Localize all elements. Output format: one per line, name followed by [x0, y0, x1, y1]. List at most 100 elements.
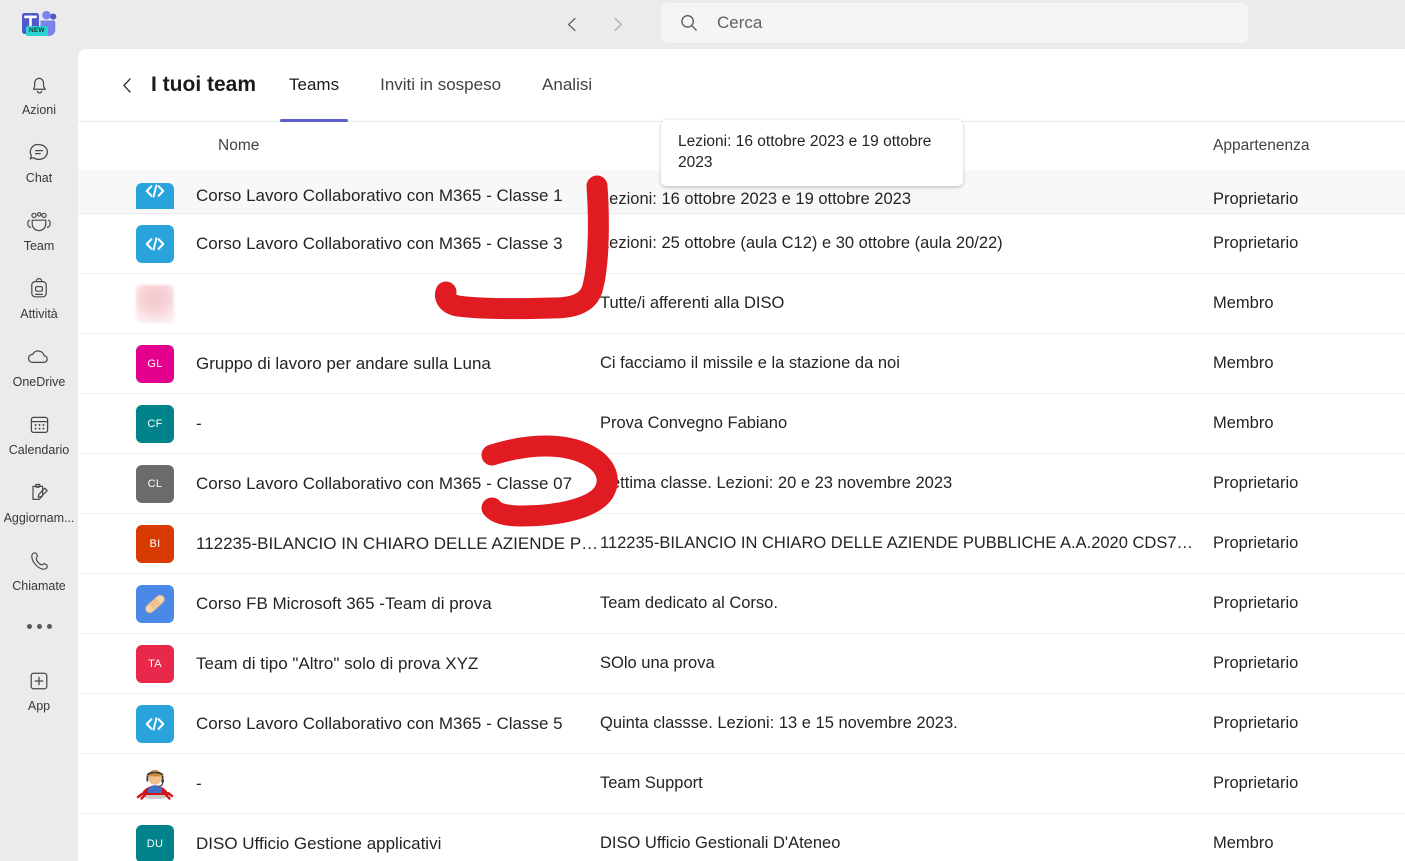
table-row[interactable]: Corso Lavoro Collaborativo con M365 - Cl…	[78, 214, 1405, 274]
cell-description: DISO Ufficio Gestionali D'Ateneo	[600, 834, 841, 852]
sidebar-more-button[interactable]	[0, 603, 78, 649]
team-name-label: -	[196, 773, 202, 793]
sidebar-item-label: Azioni	[21, 102, 57, 117]
avatar	[136, 183, 174, 209]
team-name-label: Corso Lavoro Collaborativo con M365 - Cl…	[196, 186, 563, 205]
team-name-label: Corso FB Microsoft 365 -Team di prova	[196, 593, 492, 613]
sidebar-item-app[interactable]: App	[0, 655, 78, 723]
cell-team-name: -	[78, 765, 600, 803]
tab-analisi[interactable]: Analisi	[533, 49, 601, 122]
cell-membership: Proprietario	[1213, 190, 1299, 208]
sidebar-item-label: App	[27, 698, 51, 713]
clipboard-pencil-icon	[27, 478, 51, 508]
tab-teams[interactable]: Teams	[280, 49, 349, 122]
more-dots-icon	[26, 623, 52, 629]
sidebar-item-calendario[interactable]: Calendario	[0, 399, 78, 467]
column-header-name[interactable]: Nome	[78, 137, 600, 155]
search-input[interactable]: Cerca	[717, 13, 762, 33]
table-row[interactable]: BI 112235-BILANCIO IN CHIARO DELLE AZIEND…	[78, 514, 1405, 574]
team-name-label: 112235-BILANCIO IN CHIARO DELLE AZIENDE …	[196, 533, 600, 553]
cell-team-name: Corso Lavoro Collaborativo con M365 - Cl…	[78, 704, 600, 743]
cell-team-name: CF -	[78, 404, 600, 443]
avatar: BI	[136, 524, 174, 563]
cell-team-name: TA Team di tipo "Altro" solo di prova XYZ	[78, 644, 600, 683]
cell-team-name: Corso FB Microsoft 365 -Team di prova	[78, 584, 600, 623]
table-row[interactable]: CL Corso Lavoro Collaborativo con M365 - …	[78, 454, 1405, 514]
people-icon	[25, 206, 53, 236]
team-name-label: Team di tipo "Altro" solo di prova XYZ	[196, 653, 479, 673]
avatar: TA	[136, 644, 174, 683]
table-row[interactable]: Corso FB Microsoft 365 -Team di prova Tea…	[78, 574, 1405, 634]
teams-table-body: Corso Lavoro Collaborativo con M365 - Cl…	[78, 170, 1405, 861]
page-title: I tuoi team	[151, 73, 257, 96]
cell-team-name: CL Corso Lavoro Collaborativo con M365 - …	[78, 464, 600, 503]
cell-membership: Proprietario	[1213, 774, 1299, 792]
cell-membership: Membro	[1213, 294, 1274, 312]
sidebar-item-label: Chat	[25, 170, 53, 185]
table-row[interactable]: TA Team di tipo "Altro" solo di prova XYZ…	[78, 634, 1405, 694]
table-row[interactable]: Corso Lavoro Collaborativo con M365 - Cl…	[78, 694, 1405, 754]
cloud-icon	[25, 342, 53, 372]
forward-button[interactable]	[601, 9, 633, 41]
page-header: I tuoi team Teams Inviti in sospeso Anal…	[78, 49, 1405, 122]
avatar: GL	[136, 344, 174, 383]
cell-description: Team Support	[600, 774, 703, 792]
sidebar-item-team[interactable]: Team	[0, 195, 78, 263]
cell-description: Lezioni: 25 ottobre (aula C12) e 30 otto…	[600, 234, 1003, 252]
cell-membership: Proprietario	[1213, 594, 1299, 612]
left-rail: Azioni Chat Team Attività OneDrive Calen…	[0, 49, 78, 861]
nav-buttons	[556, 0, 633, 49]
sidebar-item-azioni[interactable]: Azioni	[0, 59, 78, 127]
sidebar-item-chat[interactable]: Chat	[0, 127, 78, 195]
cell-team-name: DU DISO Ufficio Gestione applicativi	[78, 824, 600, 861]
table-row[interactable]: GL Gruppo di lavoro per andare sulla Luna…	[78, 334, 1405, 394]
phone-icon	[27, 546, 52, 576]
table-row[interactable]: Tutte/i afferenti alla DISO Membro	[78, 274, 1405, 334]
page-back-icon[interactable]	[118, 76, 136, 94]
avatar	[136, 765, 174, 803]
search-bar[interactable]: Cerca	[661, 3, 1248, 43]
cell-team-name: GL Gruppo di lavoro per andare sulla Luna	[78, 344, 600, 383]
sidebar-item-aggiornamenti[interactable]: Aggiornam...	[0, 467, 78, 535]
avatar: DU	[136, 824, 174, 861]
chat-icon	[26, 138, 52, 168]
avatar	[136, 284, 174, 323]
sidebar-item-label: Calendario	[8, 442, 70, 457]
cell-team-name: Corso Lavoro Collaborativo con M365 - Cl…	[78, 224, 600, 263]
cell-membership: Membro	[1213, 414, 1274, 432]
cell-membership: Proprietario	[1213, 234, 1299, 252]
table-row[interactable]: CF - Prova Convegno Fabiano Membro	[78, 394, 1405, 454]
team-name-label: Corso Lavoro Collaborativo con M365 - Cl…	[196, 713, 563, 733]
team-name-label: Corso Lavoro Collaborativo con M365 - Cl…	[196, 473, 573, 493]
cell-description: 112235-BILANCIO IN CHIARO DELLE AZIENDE …	[600, 534, 1213, 552]
plus-box-icon	[26, 666, 52, 696]
cell-membership: Proprietario	[1213, 534, 1299, 552]
cell-membership: Membro	[1213, 834, 1274, 852]
sidebar-item-attivita[interactable]: Attività	[0, 263, 78, 331]
bell-icon	[27, 70, 52, 100]
tab-bar: Teams Inviti in sospeso Analisi	[280, 49, 601, 122]
avatar	[136, 224, 174, 263]
cell-description: Team dedicato al Corso.	[600, 594, 778, 612]
team-name-label: Gruppo di lavoro per andare sulla Luna	[196, 353, 491, 373]
cell-membership: Membro	[1213, 354, 1274, 372]
table-row[interactable]: DU DISO Ufficio Gestione applicativi DISO …	[78, 814, 1405, 861]
cell-membership: Proprietario	[1213, 714, 1299, 732]
sidebar-item-onedrive[interactable]: OneDrive	[0, 331, 78, 399]
cell-description: Ci facciamo il missile e la stazione da …	[600, 354, 900, 372]
back-button[interactable]	[556, 9, 588, 41]
column-header-membership[interactable]: Appartenenza	[1213, 137, 1405, 155]
sidebar-item-label: Team	[23, 238, 55, 253]
tab-inviti-in-sospeso[interactable]: Inviti in sospeso	[371, 49, 510, 122]
sidebar-item-chiamate[interactable]: Chiamate	[0, 535, 78, 603]
team-name-label: DISO Ufficio Gestione applicativi	[196, 833, 442, 853]
cell-description: Tutte/i afferenti alla DISO	[600, 294, 785, 312]
avatar: CL	[136, 464, 174, 503]
avatar: CF	[136, 404, 174, 443]
title-bar: NEW Cerca	[0, 0, 1405, 49]
avatar	[136, 704, 174, 743]
table-row[interactable]: - Team Support Proprietario	[78, 754, 1405, 814]
search-icon	[679, 13, 699, 33]
team-name-label: -	[196, 413, 202, 433]
description-tooltip: Lezioni: 16 ottobre 2023 e 19 ottobre 20…	[661, 120, 963, 186]
